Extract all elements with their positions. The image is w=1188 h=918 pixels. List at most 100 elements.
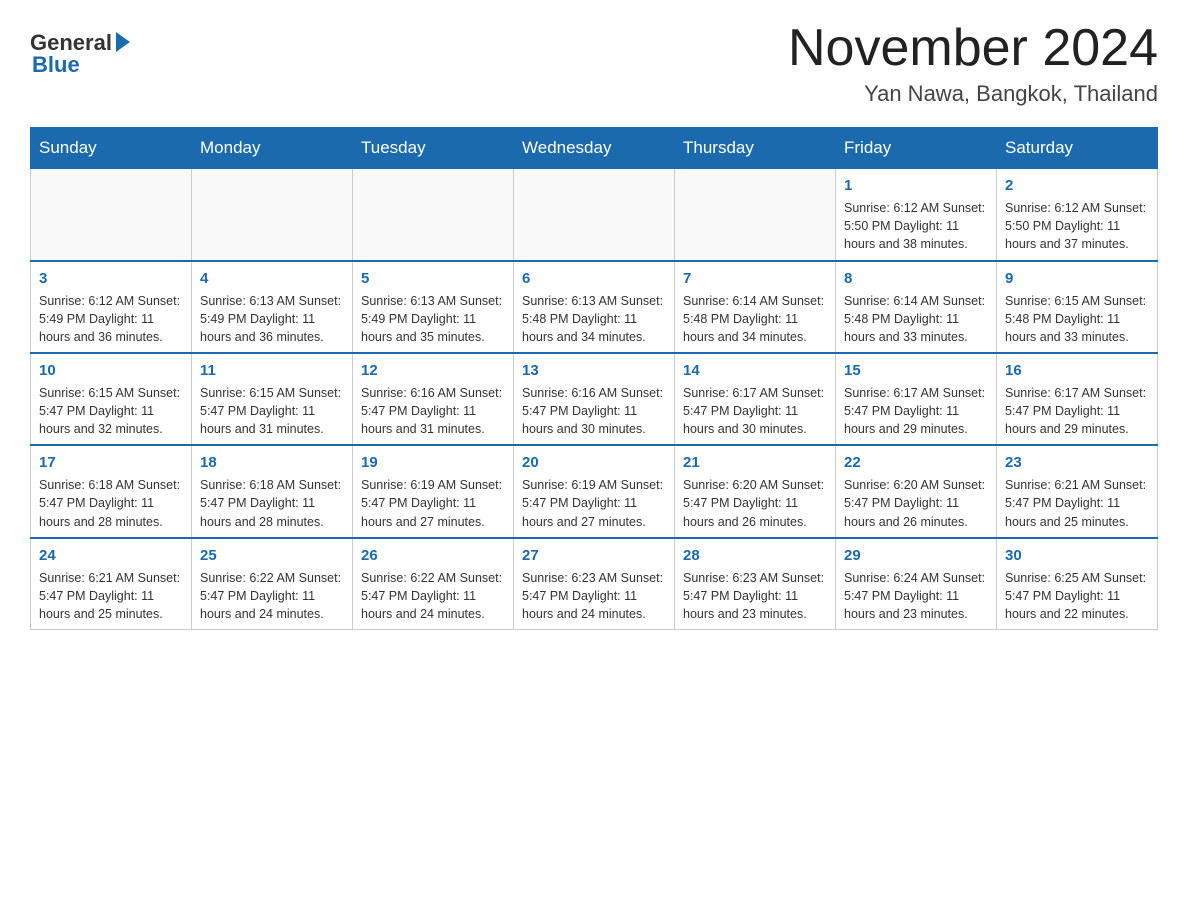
calendar-cell: 23 Sunrise: 6:21 AM Sunset: 5:47 PM Dayli… bbox=[997, 445, 1158, 537]
day-number: 8 bbox=[844, 268, 988, 289]
calendar-cell: 6 Sunrise: 6:13 AM Sunset: 5:48 PM Daylig… bbox=[514, 261, 675, 353]
day-info: Sunrise: 6:22 AM Sunset: 5:47 PM Dayligh… bbox=[200, 569, 344, 623]
day-info: Sunrise: 6:19 AM Sunset: 5:47 PM Dayligh… bbox=[522, 476, 666, 530]
day-info: Sunrise: 6:13 AM Sunset: 5:48 PM Dayligh… bbox=[522, 292, 666, 346]
day-number: 20 bbox=[522, 452, 666, 473]
day-info: Sunrise: 6:16 AM Sunset: 5:47 PM Dayligh… bbox=[361, 384, 505, 438]
calendar-cell: 3Sunrise: 6:12 AM Sunset: 5:49 PM Daylig… bbox=[31, 261, 192, 353]
calendar-cell: 17 Sunrise: 6:18 AM Sunset: 5:47 PM Dayli… bbox=[31, 445, 192, 537]
day-number: 2 bbox=[1005, 175, 1149, 196]
calendar-table: SundayMondayTuesdayWednesdayThursdayFrid… bbox=[30, 127, 1158, 630]
day-number: 27 bbox=[522, 545, 666, 566]
calendar-cell: 2 Sunrise: 6:12 AM Sunset: 5:50 PM Daylig… bbox=[997, 169, 1158, 261]
day-number: 16 bbox=[1005, 360, 1149, 381]
weekday-header-monday: Monday bbox=[192, 128, 353, 169]
day-info: Sunrise: 6:14 AM Sunset: 5:48 PM Dayligh… bbox=[683, 292, 827, 346]
day-info: Sunrise: 6:21 AM Sunset: 5:47 PM Dayligh… bbox=[39, 569, 183, 623]
calendar-cell: 29 Sunrise: 6:24 AM Sunset: 5:47 PM Dayli… bbox=[836, 538, 997, 630]
day-info: Sunrise: 6:17 AM Sunset: 5:47 PM Dayligh… bbox=[1005, 384, 1149, 438]
calendar-cell: 30 Sunrise: 6:25 AM Sunset: 5:47 PM Dayli… bbox=[997, 538, 1158, 630]
weekday-header-thursday: Thursday bbox=[675, 128, 836, 169]
calendar-cell: 21 Sunrise: 6:20 AM Sunset: 5:47 PM Dayli… bbox=[675, 445, 836, 537]
day-number: 10 bbox=[39, 360, 183, 381]
calendar-cell: 28 Sunrise: 6:23 AM Sunset: 5:47 PM Dayli… bbox=[675, 538, 836, 630]
day-info: Sunrise: 6:19 AM Sunset: 5:47 PM Dayligh… bbox=[361, 476, 505, 530]
calendar-cell: 5Sunrise: 6:13 AM Sunset: 5:49 PM Daylig… bbox=[353, 261, 514, 353]
day-number: 25 bbox=[200, 545, 344, 566]
calendar-cell: 16 Sunrise: 6:17 AM Sunset: 5:47 PM Dayli… bbox=[997, 353, 1158, 445]
day-number: 21 bbox=[683, 452, 827, 473]
calendar-week-row: 24 Sunrise: 6:21 AM Sunset: 5:47 PM Dayli… bbox=[31, 538, 1158, 630]
day-number: 23 bbox=[1005, 452, 1149, 473]
calendar-cell bbox=[192, 169, 353, 261]
weekday-header-tuesday: Tuesday bbox=[353, 128, 514, 169]
calendar-cell: 20 Sunrise: 6:19 AM Sunset: 5:47 PM Dayli… bbox=[514, 445, 675, 537]
day-info: Sunrise: 6:17 AM Sunset: 5:47 PM Dayligh… bbox=[844, 384, 988, 438]
day-number: 7 bbox=[683, 268, 827, 289]
day-number: 12 bbox=[361, 360, 505, 381]
day-info: Sunrise: 6:18 AM Sunset: 5:47 PM Dayligh… bbox=[39, 476, 183, 530]
logo-blue-text: Blue bbox=[32, 52, 80, 78]
day-info: Sunrise: 6:22 AM Sunset: 5:47 PM Dayligh… bbox=[361, 569, 505, 623]
calendar-cell: 8Sunrise: 6:14 AM Sunset: 5:48 PM Daylig… bbox=[836, 261, 997, 353]
page-header: General Blue November 2024 Yan Nawa, Ban… bbox=[30, 20, 1158, 107]
calendar-cell: 1 Sunrise: 6:12 AM Sunset: 5:50 PM Daylig… bbox=[836, 169, 997, 261]
day-info: Sunrise: 6:15 AM Sunset: 5:47 PM Dayligh… bbox=[39, 384, 183, 438]
day-number: 9 bbox=[1005, 268, 1149, 289]
day-number: 30 bbox=[1005, 545, 1149, 566]
calendar-cell: 14Sunrise: 6:17 AM Sunset: 5:47 PM Dayli… bbox=[675, 353, 836, 445]
weekday-header-saturday: Saturday bbox=[997, 128, 1158, 169]
day-info: Sunrise: 6:12 AM Sunset: 5:50 PM Dayligh… bbox=[1005, 199, 1149, 253]
day-number: 19 bbox=[361, 452, 505, 473]
calendar-cell bbox=[31, 169, 192, 261]
calendar-cell: 7 Sunrise: 6:14 AM Sunset: 5:48 PM Daylig… bbox=[675, 261, 836, 353]
location-subtitle: Yan Nawa, Bangkok, Thailand bbox=[788, 81, 1158, 107]
calendar-cell: 10 Sunrise: 6:15 AM Sunset: 5:47 PM Dayli… bbox=[31, 353, 192, 445]
day-number: 22 bbox=[844, 452, 988, 473]
calendar-cell bbox=[514, 169, 675, 261]
day-number: 17 bbox=[39, 452, 183, 473]
calendar-cell: 26 Sunrise: 6:22 AM Sunset: 5:47 PM Dayli… bbox=[353, 538, 514, 630]
calendar-cell: 13Sunrise: 6:16 AM Sunset: 5:47 PM Dayli… bbox=[514, 353, 675, 445]
calendar-cell: 12 Sunrise: 6:16 AM Sunset: 5:47 PM Dayli… bbox=[353, 353, 514, 445]
day-info: Sunrise: 6:15 AM Sunset: 5:47 PM Dayligh… bbox=[200, 384, 344, 438]
day-info: Sunrise: 6:20 AM Sunset: 5:47 PM Dayligh… bbox=[844, 476, 988, 530]
weekday-header-sunday: Sunday bbox=[31, 128, 192, 169]
day-number: 6 bbox=[522, 268, 666, 289]
calendar-cell: 18Sunrise: 6:18 AM Sunset: 5:47 PM Dayli… bbox=[192, 445, 353, 537]
calendar-cell: 4Sunrise: 6:13 AM Sunset: 5:49 PM Daylig… bbox=[192, 261, 353, 353]
calendar-week-row: 17 Sunrise: 6:18 AM Sunset: 5:47 PM Dayli… bbox=[31, 445, 1158, 537]
day-info: Sunrise: 6:16 AM Sunset: 5:47 PM Dayligh… bbox=[522, 384, 666, 438]
day-info: Sunrise: 6:25 AM Sunset: 5:47 PM Dayligh… bbox=[1005, 569, 1149, 623]
calendar-week-row: 3Sunrise: 6:12 AM Sunset: 5:49 PM Daylig… bbox=[31, 261, 1158, 353]
day-info: Sunrise: 6:20 AM Sunset: 5:47 PM Dayligh… bbox=[683, 476, 827, 530]
calendar-cell bbox=[675, 169, 836, 261]
calendar-week-row: 10 Sunrise: 6:15 AM Sunset: 5:47 PM Dayli… bbox=[31, 353, 1158, 445]
day-info: Sunrise: 6:21 AM Sunset: 5:47 PM Dayligh… bbox=[1005, 476, 1149, 530]
calendar-cell: 19 Sunrise: 6:19 AM Sunset: 5:47 PM Dayli… bbox=[353, 445, 514, 537]
logo: General Blue bbox=[30, 20, 130, 78]
day-number: 14 bbox=[683, 360, 827, 381]
calendar-cell: 15Sunrise: 6:17 AM Sunset: 5:47 PM Dayli… bbox=[836, 353, 997, 445]
day-info: Sunrise: 6:23 AM Sunset: 5:47 PM Dayligh… bbox=[683, 569, 827, 623]
day-info: Sunrise: 6:12 AM Sunset: 5:50 PM Dayligh… bbox=[844, 199, 988, 253]
day-info: Sunrise: 6:15 AM Sunset: 5:48 PM Dayligh… bbox=[1005, 292, 1149, 346]
day-info: Sunrise: 6:24 AM Sunset: 5:47 PM Dayligh… bbox=[844, 569, 988, 623]
weekday-header-friday: Friday bbox=[836, 128, 997, 169]
calendar-cell: 11 Sunrise: 6:15 AM Sunset: 5:47 PM Dayli… bbox=[192, 353, 353, 445]
calendar-header-row: SundayMondayTuesdayWednesdayThursdayFrid… bbox=[31, 128, 1158, 169]
calendar-cell bbox=[353, 169, 514, 261]
day-number: 29 bbox=[844, 545, 988, 566]
day-number: 26 bbox=[361, 545, 505, 566]
day-info: Sunrise: 6:23 AM Sunset: 5:47 PM Dayligh… bbox=[522, 569, 666, 623]
day-number: 1 bbox=[844, 175, 988, 196]
day-info: Sunrise: 6:12 AM Sunset: 5:49 PM Dayligh… bbox=[39, 292, 183, 346]
calendar-cell: 27 Sunrise: 6:23 AM Sunset: 5:47 PM Dayli… bbox=[514, 538, 675, 630]
calendar-cell: 24 Sunrise: 6:21 AM Sunset: 5:47 PM Dayli… bbox=[31, 538, 192, 630]
calendar-cell: 22 Sunrise: 6:20 AM Sunset: 5:47 PM Dayli… bbox=[836, 445, 997, 537]
day-number: 28 bbox=[683, 545, 827, 566]
month-title: November 2024 bbox=[788, 20, 1158, 77]
day-number: 18 bbox=[200, 452, 344, 473]
day-number: 24 bbox=[39, 545, 183, 566]
day-number: 11 bbox=[200, 360, 344, 381]
